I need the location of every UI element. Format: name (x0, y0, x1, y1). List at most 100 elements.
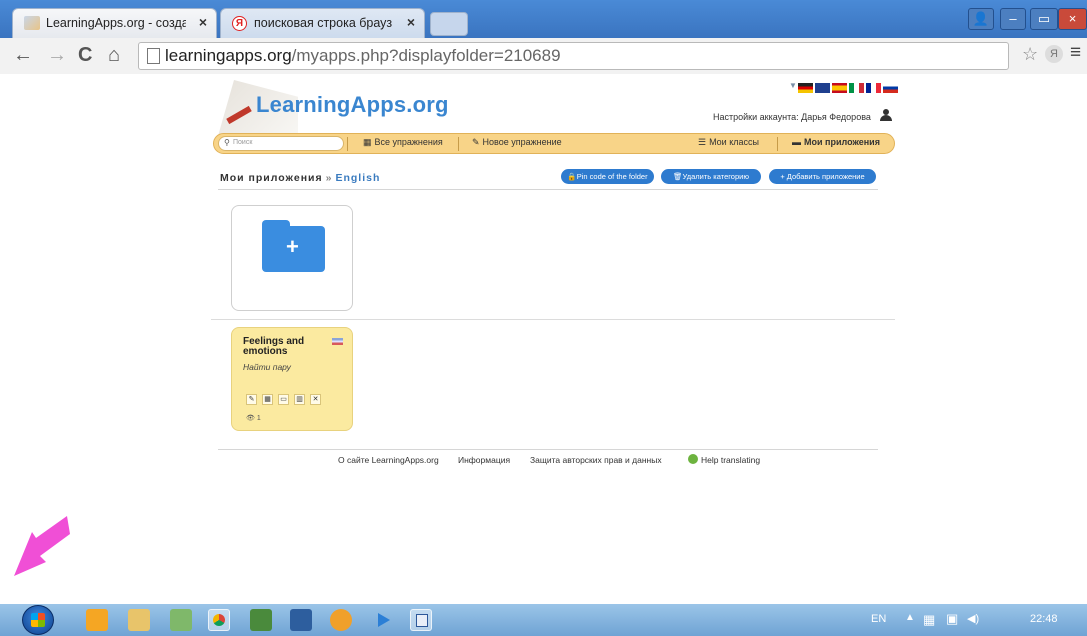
lock-icon: 🔒 (567, 172, 577, 181)
divider (218, 449, 878, 450)
french-flag-icon[interactable] (866, 83, 881, 93)
nav-divider (458, 137, 459, 151)
chrome-icon[interactable] (208, 609, 230, 631)
action-center-flag-icon[interactable]: ▦ (923, 612, 935, 628)
network-icon[interactable]: ▣ (946, 611, 958, 627)
nav-label: Мои классы (709, 137, 759, 147)
nav-label: Все упражнения (374, 137, 443, 147)
close-window-button[interactable]: × (1058, 8, 1087, 30)
minimize-button[interactable]: – (1000, 8, 1026, 30)
nav-my-classes[interactable]: ☰ Мои классы (698, 137, 759, 148)
nav-my-apps[interactable]: ▬ Мои приложения (792, 137, 880, 147)
statistics-icon[interactable]: ▥ (294, 394, 305, 405)
help-translating-icon (688, 454, 698, 464)
delete-icon[interactable]: ✕ (310, 394, 321, 405)
spreadsheet-icon[interactable] (250, 609, 272, 631)
browser-toolbar: ← → C ⌂ learningapps.org/myapps.php?disp… (0, 38, 1087, 75)
add-folder-card[interactable]: + (231, 205, 353, 311)
contacts-icon[interactable] (170, 609, 192, 631)
breadcrumb-separator: » (325, 172, 333, 184)
pin-code-button[interactable]: 🔒Pin code of the folder (561, 169, 654, 184)
pink-arrow-icon (14, 516, 70, 576)
main-navbar: ⚲ Поиск ▦ Все упражнения ✎ Новое упражнени… (213, 133, 895, 154)
nav-label: Мои приложения (804, 137, 880, 147)
pencil-icon: ✎ (472, 137, 480, 147)
app-title[interactable]: Feelings and emotions (243, 337, 323, 357)
footer-info-link[interactable]: Информация (458, 455, 510, 465)
list-icon: ☰ (698, 137, 707, 147)
footer-about-link[interactable]: О сайте LearningApps.org (338, 455, 439, 465)
search-placeholder: Поиск (233, 139, 253, 146)
yandex-favicon-icon: Я (232, 16, 247, 31)
url-path: /myapps.php?displayfolder=210689 (291, 46, 561, 65)
file-explorer-icon[interactable] (128, 609, 150, 631)
back-arrow-icon[interactable]: ← (13, 44, 33, 67)
search-icon: ⚲ (224, 138, 230, 147)
app-card[interactable]: Feelings and emotions Найти пару ✎ ▦ ▭ ▥… (231, 327, 353, 431)
search-input[interactable]: ⚲ Поиск (218, 136, 344, 151)
windows-taskbar: EN ▲ ▦ ▣ ◀) 22:48 (0, 604, 1087, 636)
user-icon[interactable] (880, 109, 892, 121)
browser-chrome: LearningApps.org - создан × Я поисковая … (0, 0, 1087, 75)
language-caret-icon[interactable]: ▼ (789, 81, 797, 90)
windows-logo-icon (31, 613, 45, 627)
footer-help-link[interactable]: Help translating (701, 455, 760, 465)
german-flag-icon[interactable] (798, 83, 813, 93)
new-tab-button[interactable] (430, 12, 468, 36)
language-indicator[interactable]: EN (871, 613, 886, 625)
show-hidden-icons-icon[interactable]: ▲ (905, 612, 915, 623)
spanish-flag-icon[interactable] (832, 83, 847, 93)
tab-title: LearningApps.org - создан (46, 16, 186, 30)
screen-capture-icon[interactable] (290, 609, 312, 631)
nav-label: Новое упражнение (482, 137, 562, 147)
tab-close-icon[interactable]: × (407, 14, 415, 30)
app-type: Найти пару (243, 362, 291, 372)
edit-icon[interactable]: ✎ (246, 394, 257, 405)
image-icon[interactable]: ▦ (262, 394, 273, 405)
nav-new-exercise[interactable]: ✎ Новое упражнение (472, 137, 562, 148)
tab-close-icon[interactable]: × (199, 14, 207, 30)
reload-icon[interactable]: C (78, 44, 92, 67)
delete-category-button[interactable]: 🗑Удалить категорию (661, 169, 761, 184)
account-settings-link[interactable]: Настройки аккаунта: Дарья Федорова (713, 112, 871, 122)
bookmark-star-icon[interactable]: ☆ (1022, 44, 1038, 65)
system-clock[interactable]: 22:48 (1030, 613, 1058, 625)
window-user-icon[interactable]: 👤 (968, 8, 994, 30)
uk-flag-icon[interactable] (815, 83, 830, 93)
play-icon[interactable] (372, 609, 394, 631)
site-logo[interactable]: LearningApps.org (256, 92, 449, 118)
add-app-button[interactable]: + Добавить приложение (769, 169, 876, 184)
url-text[interactable]: learningapps.org/myapps.php?displayfolde… (165, 46, 561, 66)
start-button[interactable] (22, 605, 54, 635)
nav-divider (347, 137, 348, 151)
nav-all-exercises[interactable]: ▦ Все упражнения (363, 137, 443, 148)
breadcrumb-current: English (335, 172, 381, 184)
forward-arrow-icon[interactable]: → (47, 44, 67, 67)
russian-flag-icon[interactable] (883, 83, 898, 93)
volume-icon[interactable]: ◀) (967, 612, 979, 625)
tab-title: поисковая строка брауз (254, 16, 393, 30)
tab-strip: LearningApps.org - создан × Я поисковая … (0, 0, 1087, 38)
view-count: 👁 1 (246, 415, 261, 422)
breadcrumb-root[interactable]: Мои приложения (220, 172, 323, 184)
tab-learningapps[interactable]: LearningApps.org - создан × (12, 8, 217, 38)
yandex-extension-icon[interactable]: Я (1045, 45, 1063, 63)
word-icon[interactable] (410, 609, 432, 631)
russian-flag-icon (332, 338, 343, 345)
pin-code-label: Pin code of the folder (576, 172, 648, 181)
nav-divider (777, 137, 778, 151)
browser-menu-icon[interactable]: ≡ (1070, 42, 1081, 64)
app-2-icon[interactable] (330, 609, 352, 631)
tab-yandex-search[interactable]: Я поисковая строка брауз × (220, 8, 425, 38)
maximize-button[interactable]: ▭ (1030, 8, 1058, 30)
home-icon[interactable]: ⌂ (108, 44, 120, 67)
media-player-icon[interactable] (86, 609, 108, 631)
display-icon[interactable]: ▭ (278, 394, 289, 405)
page-icon (147, 48, 160, 64)
breadcrumb: Мои приложения» English (220, 172, 380, 184)
address-bar[interactable]: learningapps.org/myapps.php?displayfolde… (138, 42, 1009, 70)
learningapps-page: LearningApps.org ▼ Настройки аккаунта: Д… (0, 74, 1087, 604)
divider (211, 319, 895, 320)
italian-flag-icon[interactable] (849, 83, 864, 93)
footer-privacy-link[interactable]: Защита авторских прав и данных (530, 455, 662, 465)
